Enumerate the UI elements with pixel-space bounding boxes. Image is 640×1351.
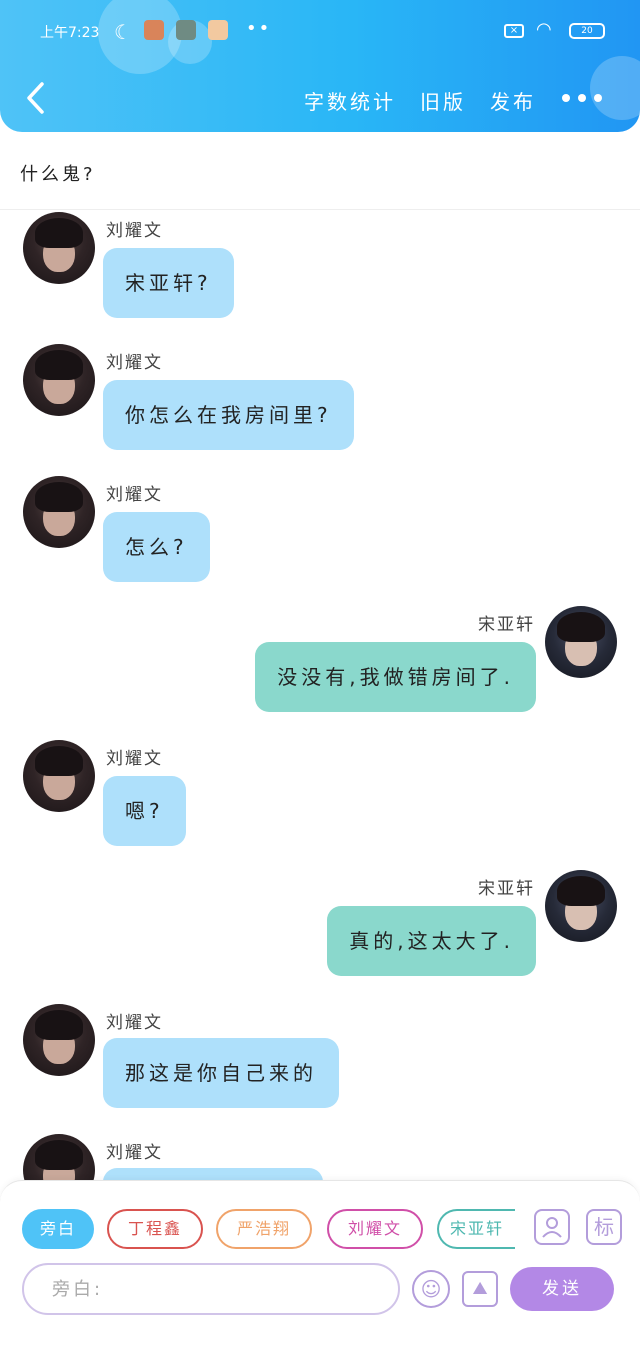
message-bubble[interactable]: 没没有,我做错房间了. [255,642,536,712]
dot [562,94,570,102]
publish-link[interactable]: 发布 [490,86,536,115]
image-icon: ⛰ [472,1278,488,1299]
target-app-icon [176,20,196,40]
old-version-link[interactable]: 旧版 [420,86,466,115]
emoji-button[interactable]: ☺ [412,1270,450,1308]
sender-name: 刘耀文 [106,221,163,241]
character-chip[interactable]: 严浩翔 [216,1209,312,1249]
chat-area[interactable]: 刘耀文 宋亚轩? 刘耀文 你怎么在我房间里? 刘耀文 怎么? 宋亚轩 没没有,我… [0,210,640,1180]
message-input[interactable] [22,1263,400,1315]
status-time: 上午7:23 [40,25,100,41]
back-button[interactable] [22,78,52,118]
avatar[interactable] [23,344,95,416]
character-chip[interactable]: 刘耀文 [327,1209,423,1249]
status-bar: 上午7:23 ☾ •• × ◠ 20 [0,14,640,48]
tag-button[interactable]: 标 [586,1209,622,1245]
avatar[interactable] [23,1004,95,1076]
avatar[interactable] [23,212,95,284]
header-actions: 字数统计 旧版 发布 [304,86,536,115]
more-options-button[interactable] [562,94,602,104]
character-chip-narration[interactable]: 旁白 [22,1209,94,1249]
avatar[interactable] [23,740,95,812]
composer-panel: 旁白 丁程鑫 严浩翔 刘耀文 宋亚轩 标 ☺ ⛰ 发送 [0,1180,640,1351]
character-chip[interactable]: 宋亚轩 [437,1209,515,1249]
decor-bubble [590,56,640,120]
moon-icon: ☾ [114,20,132,44]
avatar[interactable] [545,606,617,678]
sender-name: 刘耀文 [106,1143,163,1163]
message-bubble[interactable]: 那这是你自己来的 [103,1038,339,1108]
shield-app-icon [144,20,164,40]
more-notifications-icon: •• [246,18,272,39]
smile-icon: ☺ [420,1277,442,1301]
dot [594,94,602,102]
gift-app-icon [208,20,228,40]
message-bubble[interactable]: 真的,这太大了. [327,906,536,976]
avatar[interactable] [545,870,617,942]
add-character-button[interactable] [534,1209,570,1245]
sim-off-icon: × [504,24,524,38]
message-bubble[interactable]: 嗯? [103,776,186,846]
avatar[interactable] [23,476,95,548]
send-button[interactable]: 发送 [510,1267,614,1311]
app-header: 上午7:23 ☾ •• × ◠ 20 字数统计 旧版 发布 [0,0,640,132]
dot [578,94,586,102]
sender-name: 刘耀文 [106,485,163,505]
message-bubble[interactable]: 宋亚轩? [103,248,234,318]
sender-name: 刘耀文 [106,353,163,373]
avatar[interactable] [23,1134,95,1180]
story-title: 什么鬼? [20,164,96,185]
image-button[interactable]: ⛰ [462,1271,498,1307]
battery-icon: 20 [569,23,605,39]
message-bubble[interactable] [103,1168,323,1180]
person-add-icon [542,1217,562,1238]
story-title-bar[interactable]: 什么鬼? [0,132,640,210]
message-bubble[interactable]: 你怎么在我房间里? [103,380,354,450]
message-bubble[interactable]: 怎么? [103,512,210,582]
sender-name: 刘耀文 [106,1013,163,1033]
sender-name: 宋亚轩 [478,615,535,635]
word-count-link[interactable]: 字数统计 [304,86,396,115]
wifi-icon: ◠ [536,19,552,40]
sender-name: 宋亚轩 [478,879,535,899]
sender-name: 刘耀文 [106,749,163,769]
character-chip[interactable]: 丁程鑫 [107,1209,203,1249]
chevron-left-icon [27,82,44,114]
